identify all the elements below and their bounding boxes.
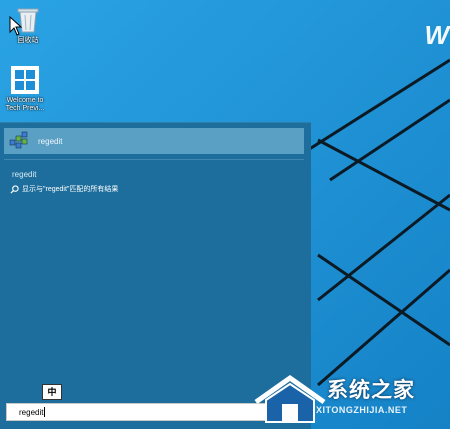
show-all-results-link[interactable]: 显示与"regedit"匹配的所有结果 [10, 184, 118, 194]
show-all-results-text: 显示与"regedit"匹配的所有结果 [22, 186, 119, 193]
section-heading: regedit [12, 170, 37, 179]
recycle-bin-label: 回收站 [17, 37, 39, 44]
search-icon [10, 184, 19, 194]
tech-preview-label: Welcome to Tech Previ... [5, 97, 45, 112]
windows-brand-text: W [424, 20, 449, 50]
site-watermark: 系统之家 XITONGZHIJIA.NET [250, 370, 450, 429]
house-logo-icon [254, 374, 326, 423]
watermark-chinese-name: 系统之家 [327, 379, 415, 402]
text-caret [44, 407, 46, 417]
top-result-label: regedit [38, 136, 63, 146]
regedit-icon [9, 131, 28, 149]
watermark-url: XITONGZHIJIA.NET [316, 405, 408, 415]
tech-preview-desktop-icon[interactable]: Welcome to Tech Previ... [0, 66, 50, 113]
results-divider [4, 159, 304, 160]
search-input-value: regedit [19, 407, 44, 417]
ime-mode-indicator[interactable]: 中 [42, 384, 62, 400]
mouse-pointer-icon [9, 16, 23, 36]
top-result-regedit[interactable]: regedit [4, 128, 304, 154]
windows-logo-icon [11, 66, 39, 94]
